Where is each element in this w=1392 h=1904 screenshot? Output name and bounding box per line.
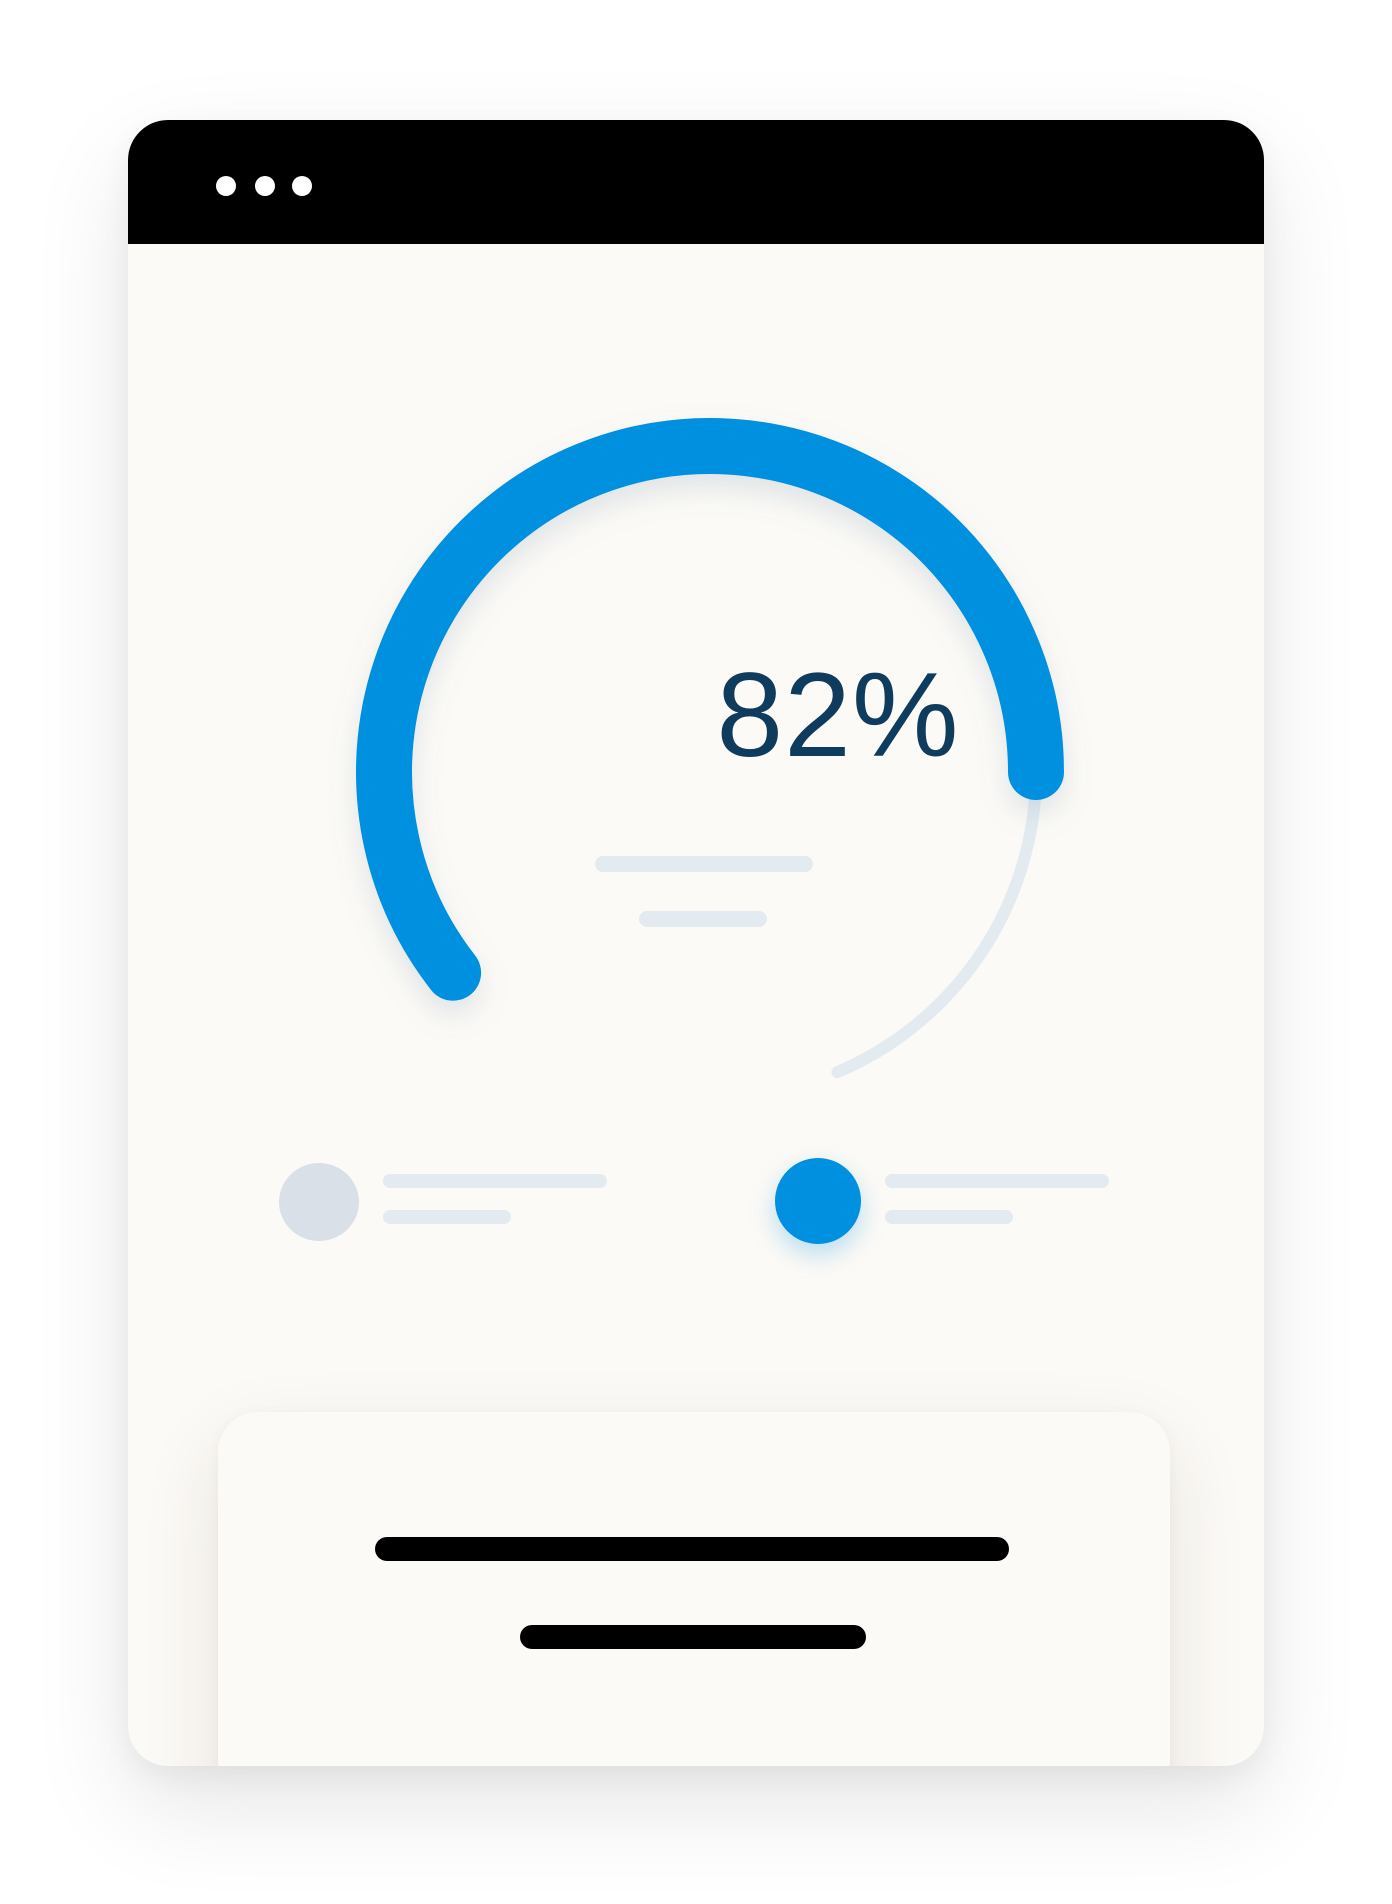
legend-inactive-dot xyxy=(279,1163,359,1241)
legend-1-line-2 xyxy=(383,1210,511,1224)
gauge-value-label: 82% xyxy=(716,648,960,782)
card-title-line xyxy=(375,1537,1009,1561)
gauge-caption-line-1 xyxy=(595,856,813,872)
legend-active-dot xyxy=(775,1158,861,1244)
bottom-card[interactable] xyxy=(218,1412,1170,1766)
card-subtitle-line xyxy=(520,1625,866,1649)
legend-2-line-2 xyxy=(885,1210,1013,1224)
legend-2-line-1 xyxy=(885,1174,1109,1188)
app-window: 82% xyxy=(128,120,1264,1766)
gauge-caption-line-2 xyxy=(639,911,767,927)
legend-1-line-1 xyxy=(383,1174,607,1188)
